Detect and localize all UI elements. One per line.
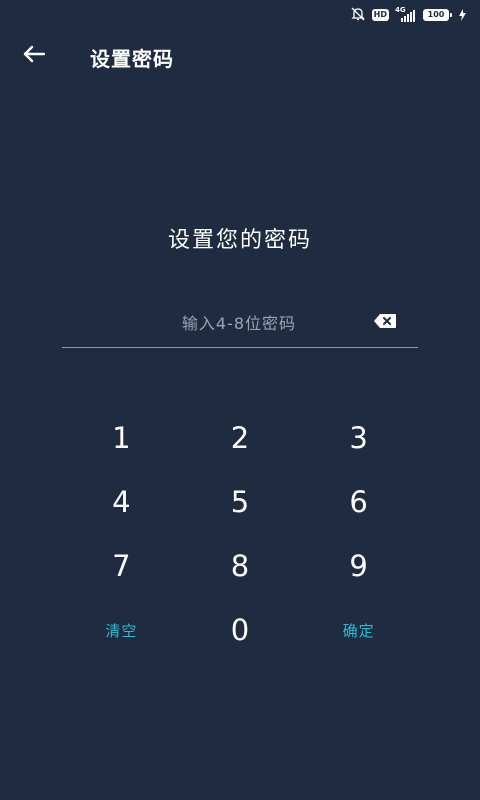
key-2[interactable]: 2 bbox=[181, 406, 300, 470]
app-bar: 设置密码 bbox=[0, 30, 480, 82]
password-field-container bbox=[62, 300, 418, 348]
page-title: 设置密码 bbox=[90, 47, 174, 71]
backspace-icon bbox=[373, 313, 397, 333]
key-4[interactable]: 4 bbox=[62, 470, 181, 534]
key-1[interactable]: 1 bbox=[62, 406, 181, 470]
mute-icon bbox=[350, 6, 366, 25]
backspace-button[interactable] bbox=[372, 314, 398, 332]
charging-icon bbox=[459, 6, 466, 25]
key-9[interactable]: 9 bbox=[299, 534, 418, 598]
hd-icon: HD bbox=[371, 9, 389, 21]
clear-button[interactable]: 清空 bbox=[62, 598, 181, 662]
password-input[interactable] bbox=[62, 300, 362, 346]
password-prompt: 设置您的密码 bbox=[167, 228, 312, 253]
battery-icon: 100 bbox=[423, 9, 452, 21]
battery-level: 100 bbox=[424, 10, 448, 20]
key-3[interactable]: 3 bbox=[299, 406, 418, 470]
key-6[interactable]: 6 bbox=[299, 470, 418, 534]
status-icons: HD 4G 100 bbox=[350, 6, 466, 25]
numeric-keypad: 1 2 3 4 5 6 7 8 9 清空 0 确定 bbox=[62, 406, 418, 662]
back-button[interactable] bbox=[16, 40, 52, 72]
key-0[interactable]: 0 bbox=[181, 598, 300, 662]
key-5[interactable]: 5 bbox=[181, 470, 300, 534]
signal-icon: 4G bbox=[395, 6, 417, 22]
status-bar: HD 4G 100 bbox=[0, 0, 480, 30]
key-8[interactable]: 8 bbox=[181, 534, 300, 598]
key-7[interactable]: 7 bbox=[62, 534, 181, 598]
confirm-button[interactable]: 确定 bbox=[299, 598, 418, 662]
arrow-left-icon bbox=[23, 45, 46, 67]
